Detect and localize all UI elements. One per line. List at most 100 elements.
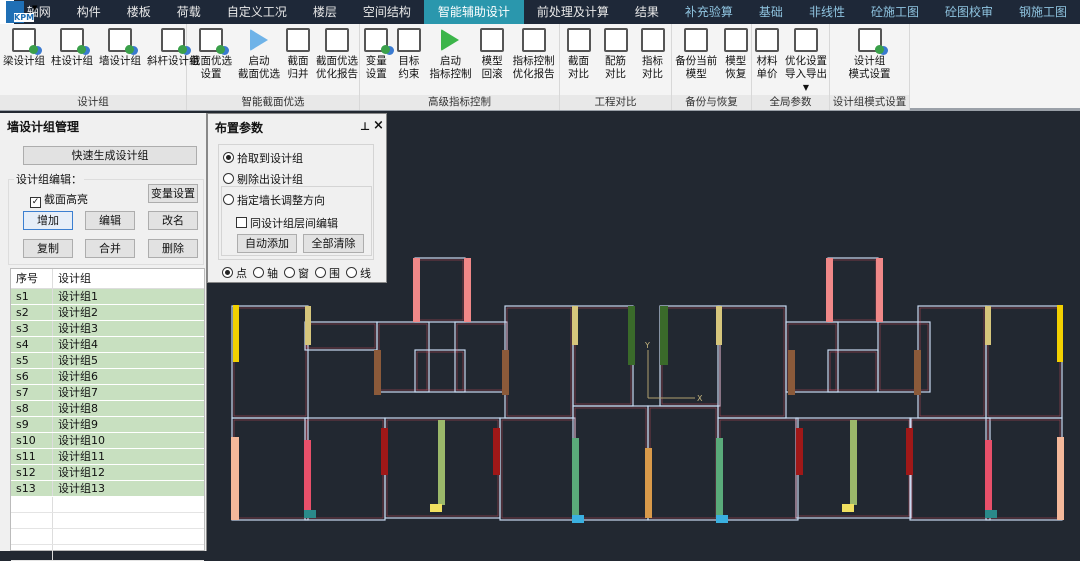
- ribbon-group-label: 智能截面优选: [187, 95, 359, 110]
- tool-icon: [603, 28, 628, 52]
- tab-1[interactable]: 构件: [64, 0, 114, 24]
- rename-button[interactable]: 改名: [148, 211, 198, 230]
- table-row[interactable]: s1 设计组1: [11, 289, 204, 305]
- ribbon-button-label: 梁设计组: [3, 55, 45, 67]
- tool-icon: [755, 28, 779, 52]
- column: [842, 504, 854, 512]
- wall-segment: [850, 420, 857, 505]
- ribbon-button-label: 导入导出: [785, 68, 827, 80]
- table-row[interactable]: s13 设计组13: [11, 481, 204, 497]
- select-mode-1[interactable]: 轴: [253, 265, 278, 281]
- ribbon-button[interactable]: 截面优选 设置: [187, 28, 235, 94]
- cad-drawing-canvas-lower[interactable]: [207, 283, 387, 551]
- ribbon-button[interactable]: 配筋 对比: [601, 28, 631, 94]
- ribbon-button[interactable]: 备份当前 模型: [672, 28, 720, 94]
- row-group: 设计组13: [58, 482, 105, 495]
- tab-3[interactable]: 荷载: [164, 0, 214, 24]
- tab-4[interactable]: 自定义工况: [214, 0, 300, 24]
- row-index: s5: [11, 353, 53, 368]
- table-row[interactable]: s12 设计组12: [11, 465, 204, 481]
- ribbon-button[interactable]: 柱设计组: [48, 28, 96, 94]
- wall-outline: [985, 417, 1063, 521]
- tab-7[interactable]: 智能辅助设计: [423, 0, 524, 24]
- table-row[interactable]: s6 设计组6: [11, 369, 204, 385]
- interfloor-edit-checkbox[interactable]: 同设计组层间编辑: [236, 215, 338, 231]
- tab-14[interactable]: 砼图校审: [932, 0, 1006, 24]
- variable-settings-button[interactable]: 变量设置: [148, 184, 198, 203]
- ribbon-button[interactable]: 目标 约束: [394, 28, 424, 94]
- select-mode-0[interactable]: 点: [222, 265, 247, 281]
- table-row[interactable]: s7 设计组7: [11, 385, 204, 401]
- y-axis-label: Y: [644, 341, 650, 350]
- wall-inner-line: [306, 419, 384, 519]
- ribbon-button[interactable]: 启动 指标控制: [426, 28, 474, 94]
- wall-segment: [716, 306, 722, 345]
- ribbon-button-label: 配筋: [605, 55, 626, 67]
- tab-11[interactable]: 基础: [746, 0, 796, 24]
- empty-row: [11, 529, 204, 545]
- radio-wall-direction[interactable]: 指定墙长调整方向: [223, 192, 325, 208]
- table-row[interactable]: s5 设计组5: [11, 353, 204, 369]
- table-row[interactable]: s9 设计组9: [11, 417, 204, 433]
- wall-outline: [717, 417, 799, 521]
- wall-outline: [414, 257, 466, 323]
- delete-button[interactable]: 删除: [148, 239, 198, 258]
- radio-remove-from-group[interactable]: 剔除出设计组: [223, 171, 303, 187]
- highlight-checkbox[interactable]: ✓ 截面高亮: [30, 191, 88, 208]
- cad-drawing-canvas[interactable]: YX: [387, 113, 1080, 551]
- ribbon-button[interactable]: 截面优选 优化报告: [313, 28, 361, 94]
- table-row[interactable]: s4 设计组4: [11, 337, 204, 353]
- quick-generate-button[interactable]: 快速生成设计组: [23, 146, 197, 165]
- merge-button[interactable]: 合并: [85, 239, 135, 258]
- add-button[interactable]: 增加: [23, 211, 73, 230]
- radio-pick-to-group[interactable]: 拾取到设计组: [223, 150, 303, 166]
- ribbon-button[interactable]: 优化设置 导入导出 ▼: [782, 28, 830, 94]
- ribbon-button[interactable]: 截面 归并: [283, 28, 313, 94]
- pin-icon[interactable]: ⊥: [360, 120, 370, 133]
- row-index: s3: [11, 321, 53, 336]
- ribbon-button-label: 截面优选: [238, 68, 280, 80]
- tool-icon: [857, 28, 884, 54]
- ribbon-button[interactable]: 材料 单价: [752, 28, 782, 94]
- tab-10[interactable]: 补充验算: [672, 0, 746, 24]
- ribbon-button[interactable]: 墙设计组: [96, 28, 144, 94]
- tab-8[interactable]: 前处理及计算: [524, 0, 622, 24]
- table-row[interactable]: s8 设计组8: [11, 401, 204, 417]
- clear-all-button[interactable]: 全部清除: [303, 234, 364, 253]
- edit-button[interactable]: 编辑: [85, 211, 135, 230]
- tab-6[interactable]: 空间结构: [350, 0, 424, 24]
- table-row[interactable]: s2 设计组2: [11, 305, 204, 321]
- tab-12[interactable]: 非线性: [796, 0, 858, 24]
- ribbon-button[interactable]: 模型 回滚: [477, 28, 507, 94]
- ribbon-group-4: 备份当前 模型 模型 恢复 备份与恢复: [672, 24, 752, 110]
- ribbon-button[interactable]: 启动 截面优选: [235, 28, 283, 94]
- ribbon-button-label: 柱设计组: [51, 55, 93, 67]
- auto-add-button[interactable]: 自动添加: [237, 234, 297, 253]
- select-mode-2[interactable]: 窗: [284, 265, 309, 281]
- tab-9[interactable]: 结果: [622, 0, 672, 24]
- wall-inner-line: [987, 419, 1061, 519]
- select-mode-4[interactable]: 线: [346, 265, 371, 281]
- ribbon-button-label: 设置: [200, 68, 222, 80]
- ribbon-button[interactable]: 指标 对比: [638, 28, 668, 94]
- table-row[interactable]: s10 设计组10: [11, 433, 204, 449]
- dropdown-arrow-icon[interactable]: ▼: [803, 81, 809, 94]
- ribbon-button[interactable]: 模型 恢复: [721, 28, 751, 94]
- select-mode-3[interactable]: 围: [315, 265, 340, 281]
- ribbon-button[interactable]: 梁设计组: [0, 28, 48, 94]
- header-index: 序号: [11, 269, 53, 288]
- ribbon-button[interactable]: 设计组 模式设置: [846, 28, 894, 94]
- tab-2[interactable]: 楼板: [114, 0, 164, 24]
- wall-segment: [1057, 305, 1063, 362]
- tab-13[interactable]: 砼施工图: [858, 0, 932, 24]
- tab-5[interactable]: 楼层: [300, 0, 350, 24]
- table-row[interactable]: s11 设计组11: [11, 449, 204, 465]
- ribbon-button[interactable]: 指标控制 优化报告: [510, 28, 558, 94]
- copy-button[interactable]: 复制: [23, 239, 73, 258]
- ribbon-button[interactable]: 变量 设置: [361, 28, 391, 94]
- ribbon-button[interactable]: 截面 对比: [564, 28, 594, 94]
- pkpm-logo[interactable]: KPM ▼: [0, 0, 37, 24]
- close-icon[interactable]: ×: [373, 118, 384, 133]
- table-row[interactable]: s3 设计组3: [11, 321, 204, 337]
- tab-15[interactable]: 钢施工图: [1006, 0, 1080, 24]
